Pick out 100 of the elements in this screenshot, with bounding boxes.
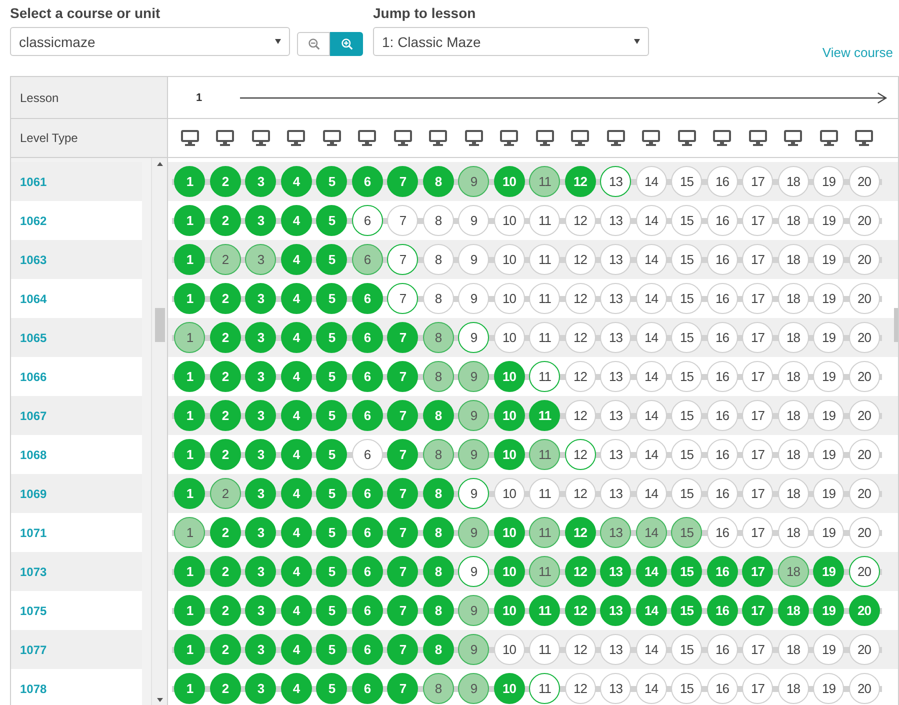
level-bubble[interactable]: 14: [636, 478, 667, 508]
level-bubble[interactable]: 5: [316, 634, 348, 664]
level-bubble[interactable]: 20: [848, 672, 880, 704]
level-bubble[interactable]: 11: [529, 594, 560, 626]
level-bubble[interactable]: 15: [671, 516, 702, 548]
level-bubble[interactable]: 7: [387, 634, 418, 664]
level-bubble[interactable]: 13: [600, 556, 632, 586]
student-link[interactable]: 1071: [11, 513, 142, 552]
level-bubble[interactable]: 6: [352, 166, 383, 196]
level-bubble[interactable]: 1: [174, 478, 206, 508]
level-bubble[interactable]: 18: [778, 438, 809, 470]
level-bubble[interactable]: 5: [316, 516, 348, 548]
level-bubble[interactable]: 1: [174, 360, 206, 392]
level-bubble[interactable]: 18: [778, 516, 809, 548]
level-bubble[interactable]: 3: [245, 360, 276, 392]
level-bubble[interactable]: 9: [458, 634, 490, 664]
scroll-up-icon[interactable]: [157, 162, 163, 166]
level-bubble[interactable]: 2: [210, 634, 241, 664]
level-bubble[interactable]: 12: [564, 516, 596, 548]
level-bubble[interactable]: 14: [636, 672, 667, 704]
level-bubble[interactable]: 20: [848, 166, 880, 196]
zoom-in-button[interactable]: [330, 32, 363, 56]
level-bubble[interactable]: 17: [742, 634, 774, 664]
level-bubble[interactable]: 19: [813, 204, 844, 236]
level-bubble[interactable]: 7: [387, 478, 418, 508]
level-bubble[interactable]: 2: [210, 594, 241, 626]
level-bubble[interactable]: 13: [600, 244, 632, 274]
level-bubble[interactable]: 7: [387, 166, 418, 196]
level-bubble[interactable]: 11: [529, 672, 560, 704]
level-bubble[interactable]: 19: [813, 478, 844, 508]
level-bubble[interactable]: 1: [174, 594, 206, 626]
level-bubble[interactable]: 7: [387, 594, 418, 626]
level-bubble[interactable]: 18: [778, 166, 809, 196]
level-bubble[interactable]: 5: [316, 438, 348, 470]
level-bubble[interactable]: 6: [352, 672, 383, 704]
level-bubble[interactable]: 17: [742, 166, 774, 196]
level-bubble[interactable]: 6: [352, 360, 383, 392]
level-bubble[interactable]: 14: [636, 516, 667, 548]
level-bubble[interactable]: 15: [671, 556, 702, 586]
level-bubble[interactable]: 8: [422, 478, 454, 508]
level-bubble[interactable]: 3: [245, 166, 276, 196]
level-bubble[interactable]: 15: [671, 438, 702, 470]
level-bubble[interactable]: 5: [316, 360, 348, 392]
level-bubble[interactable]: 1: [174, 516, 206, 548]
level-bubble[interactable]: 3: [245, 672, 276, 704]
level-bubble[interactable]: 9: [458, 322, 490, 352]
level-bubble[interactable]: 12: [564, 634, 596, 664]
level-bubble[interactable]: 17: [742, 556, 774, 586]
level-bubble[interactable]: 17: [742, 360, 774, 392]
level-bubble[interactable]: 9: [458, 478, 490, 508]
level-bubble[interactable]: 5: [316, 166, 348, 196]
level-bubble[interactable]: 20: [848, 282, 880, 314]
level-bubble[interactable]: 20: [848, 478, 880, 508]
level-bubble[interactable]: 12: [564, 244, 596, 274]
level-bubble[interactable]: 17: [742, 438, 774, 470]
level-bubble[interactable]: 5: [316, 556, 348, 586]
level-bubble[interactable]: 8: [422, 634, 454, 664]
level-bubble[interactable]: 4: [280, 516, 312, 548]
level-bubble[interactable]: 18: [778, 478, 809, 508]
level-bubble[interactable]: 9: [458, 400, 490, 430]
level-bubble[interactable]: 1: [174, 322, 206, 352]
level-bubble[interactable]: 16: [706, 166, 738, 196]
level-bubble[interactable]: 7: [387, 672, 418, 704]
level-bubble[interactable]: 3: [245, 400, 276, 430]
level-bubble[interactable]: 12: [564, 556, 596, 586]
level-bubble[interactable]: 11: [529, 400, 560, 430]
level-bubble[interactable]: 14: [636, 360, 667, 392]
level-bubble[interactable]: 4: [280, 322, 312, 352]
level-bubble[interactable]: 12: [564, 166, 596, 196]
level-bubble[interactable]: 3: [245, 322, 276, 352]
level-bubble[interactable]: 19: [813, 594, 844, 626]
level-bubble[interactable]: 16: [706, 360, 738, 392]
level-bubble[interactable]: 20: [848, 400, 880, 430]
level-bubble[interactable]: 3: [245, 438, 276, 470]
level-bubble[interactable]: 11: [529, 478, 560, 508]
level-bubble[interactable]: 15: [671, 244, 702, 274]
level-bubble[interactable]: 2: [210, 478, 241, 508]
level-bubble[interactable]: 6: [352, 204, 383, 236]
level-bubble[interactable]: 11: [529, 244, 560, 274]
level-bubble[interactable]: 19: [813, 322, 844, 352]
level-bubble[interactable]: 14: [636, 400, 667, 430]
level-bubble[interactable]: 14: [636, 166, 667, 196]
level-bubble[interactable]: 15: [671, 204, 702, 236]
level-bubble[interactable]: 6: [352, 634, 383, 664]
level-bubble[interactable]: 6: [352, 478, 383, 508]
level-bubble[interactable]: 4: [280, 244, 312, 274]
level-bubble[interactable]: 17: [742, 244, 774, 274]
level-bubble[interactable]: 4: [280, 438, 312, 470]
level-bubble[interactable]: 18: [778, 360, 809, 392]
level-bubble[interactable]: 19: [813, 400, 844, 430]
level-bubble[interactable]: 7: [387, 204, 418, 236]
level-bubble[interactable]: 2: [210, 400, 241, 430]
level-bubble[interactable]: 15: [671, 166, 702, 196]
level-bubble[interactable]: 10: [494, 672, 525, 704]
level-bubble[interactable]: 17: [742, 322, 774, 352]
level-bubble[interactable]: 16: [706, 322, 738, 352]
level-bubble[interactable]: 20: [848, 244, 880, 274]
level-bubble[interactable]: 8: [422, 244, 454, 274]
level-bubble[interactable]: 2: [210, 438, 241, 470]
scrollbar-thumb[interactable]: [894, 308, 898, 342]
